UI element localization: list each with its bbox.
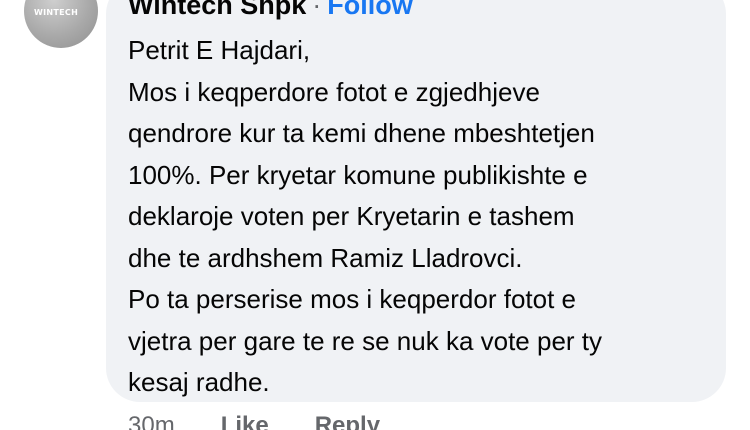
comment-line: 100%. Per kryetar komune publikishte e [128,159,588,190]
follow-button[interactable]: Follow [327,0,412,20]
comment-line: dhe te ardhshem Ramiz Lladrovci. [128,242,523,273]
separator-dot: · [312,0,322,20]
comment-header: Wintech Shpk · Follow [128,0,413,19]
comment-actions: 30m Like Reply [128,412,426,430]
comment: WINTECH Wintech Shpk · Follow Petrit E Haj… [0,0,750,430]
reply-button[interactable]: Reply [315,412,380,430]
comment-line: kesaj radhe. [128,367,270,397]
comment-text: Petrit E Hajdari, Mos i keqperdore fotot… [128,30,708,404]
comment-line: Po ta perserise mos i keqperdor fotot e [128,284,577,314]
comment-line: deklaroje voten per Kryetarin e tashem [128,201,575,231]
comment-line: Mos i keqperdore fotot e zgjedhjeve [128,76,540,107]
comment-line: Petrit E Hajdari, [128,35,311,65]
timestamp[interactable]: 30m [128,412,175,430]
wintech-logo: WINTECH [34,8,79,17]
like-button[interactable]: Like [221,412,269,430]
comment-line: qendrore kur ta kemi dhene mbeshtetjen [128,118,595,148]
author-name[interactable]: Wintech Shpk [128,0,306,20]
avatar[interactable]: WINTECH [24,0,98,48]
comment-line: vjetra per gare te re se nuk ka vote per… [128,325,603,356]
